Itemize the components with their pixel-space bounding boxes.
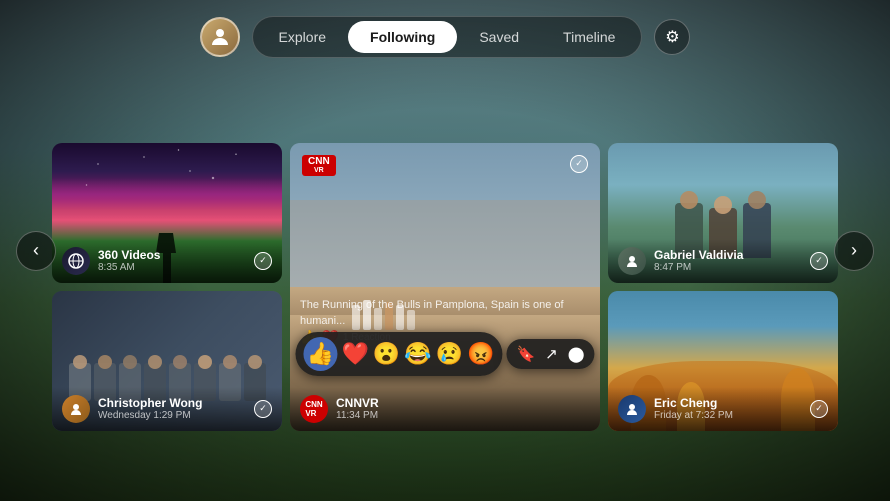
share-action-icon[interactable]: ↗: [545, 345, 558, 363]
card-gabriel[interactable]: Gabriel Valdivia 8:47 PM ✓: [608, 143, 838, 283]
avatar-eric: [618, 395, 646, 423]
haha-reaction[interactable]: 😂: [404, 341, 431, 367]
chevron-left-icon: ‹: [33, 240, 39, 261]
gabriel-title: Gabriel Valdivia: [654, 248, 802, 262]
cnn-text: CNN: [308, 157, 330, 167]
user-avatar[interactable]: [200, 17, 240, 57]
gabriel-card-text: Gabriel Valdivia 8:47 PM: [654, 248, 802, 273]
settings-button[interactable]: ⚙: [654, 19, 690, 55]
next-arrow[interactable]: ›: [834, 231, 874, 271]
chevron-right-icon: ›: [851, 240, 857, 261]
wow-reaction[interactable]: 😮: [373, 341, 400, 367]
christopher-check[interactable]: ✓: [254, 400, 272, 418]
cards-grid: 360 Videos 8:35 AM ✓: [52, 143, 838, 439]
card-360-title: 360 Videos: [98, 248, 246, 262]
gabriel-time: 8:47 PM: [654, 262, 802, 273]
christopher-card-text: Christopher Wong Wednesday 1:29 PM: [98, 396, 246, 421]
angry-reaction[interactable]: 😡: [467, 341, 494, 367]
save-action-icon[interactable]: 🔖: [516, 345, 535, 363]
center-card-time: 11:34 PM: [336, 410, 590, 421]
eric-title: Eric Cheng: [654, 396, 802, 410]
card-360-check[interactable]: ✓: [254, 252, 272, 270]
gabriel-check[interactable]: ✓: [810, 252, 828, 270]
avatar-cnn: CNNVR: [300, 395, 328, 423]
avatar-gabriel: [618, 247, 646, 275]
card-360-text: 360 Videos 8:35 AM: [98, 248, 246, 273]
christopher-time: Wednesday 1:29 PM: [98, 410, 246, 421]
like-reaction[interactable]: 👍: [303, 337, 337, 371]
cards-container: 360 Videos 8:35 AM ✓: [0, 80, 890, 501]
sad-reaction[interactable]: 😢: [436, 341, 463, 367]
tab-saved[interactable]: Saved: [457, 21, 541, 53]
card-eric[interactable]: Eric Cheng Friday at 7:32 PM ✓: [608, 291, 838, 431]
card-360-time: 8:35 AM: [98, 262, 246, 273]
center-card-info: CNNVR CNNVR 11:34 PM: [290, 387, 600, 431]
gabriel-card-info: Gabriel Valdivia 8:47 PM ✓: [608, 239, 838, 283]
eric-card-info: Eric Cheng Friday at 7:32 PM ✓: [608, 387, 838, 431]
top-navigation: Explore Following Saved Timeline ⚙: [0, 0, 890, 74]
avatar-christopher: [62, 395, 90, 423]
card-360-videos[interactable]: 360 Videos 8:35 AM ✓: [52, 143, 282, 283]
card-cnnvr[interactable]: CNN VR ✓ CNNVR CNNVR 11:34 PM The Runnin…: [290, 143, 600, 431]
tab-timeline[interactable]: Timeline: [541, 21, 637, 53]
eric-check[interactable]: ✓: [810, 400, 828, 418]
avatar-360: [62, 247, 90, 275]
christopher-card-info: Christopher Wong Wednesday 1:29 PM ✓: [52, 387, 282, 431]
prev-arrow[interactable]: ‹: [16, 231, 56, 271]
navigation-tabs: Explore Following Saved Timeline: [252, 16, 643, 58]
center-card-text: CNNVR 11:34 PM: [336, 396, 590, 421]
cnn-badge: CNN VR: [302, 155, 336, 176]
card-360-info: 360 Videos 8:35 AM ✓: [52, 239, 282, 283]
tab-following[interactable]: Following: [348, 21, 457, 53]
card-christopher[interactable]: Christopher Wong Wednesday 1:29 PM ✓: [52, 291, 282, 431]
center-card-check[interactable]: ✓: [570, 155, 588, 173]
more-action-icon[interactable]: ⬤: [568, 345, 585, 363]
reaction-picker: 👍 ❤️ 😮 😂 😢 😡 🔖 ↗ ⬤: [295, 332, 594, 376]
tab-explore[interactable]: Explore: [257, 21, 348, 53]
eric-time: Friday at 7:32 PM: [654, 410, 802, 421]
center-card-title: CNNVR: [336, 396, 590, 410]
christopher-title: Christopher Wong: [98, 396, 246, 410]
vr-text: VR: [314, 167, 324, 174]
eric-card-text: Eric Cheng Friday at 7:32 PM: [654, 396, 802, 421]
love-reaction[interactable]: ❤️: [341, 341, 368, 367]
